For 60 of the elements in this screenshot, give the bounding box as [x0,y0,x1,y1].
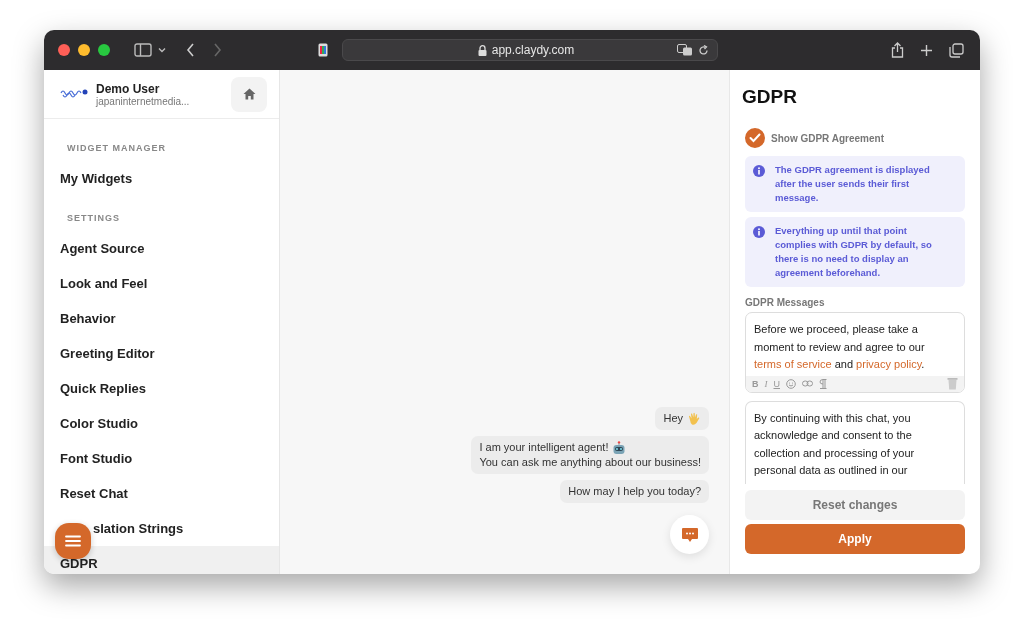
address-bar[interactable]: app.claydy.com [342,39,718,61]
back-icon[interactable] [186,43,195,57]
message-editor[interactable]: Before we proceed, please take a moment to review and agree to our terms of service and privacy policy. B I U [745,312,965,393]
sidebar-item[interactable]: Font Studio [44,441,279,476]
sidebar-item[interactable]: Greeting Editor [44,336,279,371]
message-editor[interactable]: By continuing with this chat, you acknowledge and consent to the collection and processing of your personal data as outlined in our [745,400,965,484]
sidebar-item[interactable]: Color Studio [44,406,279,441]
lock-icon [477,44,487,56]
zoom-button[interactable] [98,44,110,56]
sidebar-item[interactable]: Quick Replies [44,371,279,406]
message-text: By continuing with this chat, you acknowledge and consent to the collection and processing of your personal data as outlined in our [754,410,916,478]
close-button[interactable] [58,44,70,56]
reload-icon[interactable] [698,44,709,56]
user-name: Demo User [96,81,161,96]
chevron-down-icon[interactable] [158,47,166,53]
sidebar-item[interactable]: My Widgets [44,161,279,196]
sidebar-item[interactable]: Agent Source [44,231,279,266]
waving-hand-icon [687,411,701,426]
home-icon [242,88,256,100]
sidebar-item[interactable]: GDPR [44,546,279,574]
paragraph-icon[interactable] [819,378,827,389]
message-text: How may I help you today? [568,484,701,499]
robot-icon [612,440,627,455]
chat-launcher-button[interactable] [670,515,709,554]
checkbox-label: Show GDPR Agreement [771,132,884,144]
chat-bubble-icon [680,526,699,543]
menu-button[interactable] [55,523,91,559]
message-text: Hey [663,411,683,426]
info-icon [753,165,765,177]
panel-title: GDPR [742,86,798,108]
section-heading: WIDGET MANAGER [66,143,167,153]
checkbox[interactable] [745,128,765,148]
share-icon[interactable] [891,42,904,58]
reset-button[interactable]: Reset changes [745,489,965,520]
menu-icon [65,535,81,547]
site-favicon-icon [318,43,328,57]
sidebar-item[interactable]: slation Strings [44,511,279,546]
sidebar-item[interactable]: Behavior [44,301,279,336]
message-text: You can ask me anything about our business! [479,455,701,470]
sidebar-item[interactable]: Look and Feel [44,266,279,301]
new-tab-icon[interactable] [920,43,933,57]
url-text: app.claydy.com [491,43,575,57]
user-email: japaninternetmedia... [96,95,191,107]
home-button[interactable] [231,76,267,112]
apply-button[interactable]: Apply [745,523,965,554]
check-icon [749,133,761,143]
field-label: GDPR Messages [745,297,826,308]
translate-icon[interactable] [677,44,693,56]
text-link[interactable]: terms of service [754,358,832,370]
info-text: Everything up until that point complies with GDPR by default, so there is no need to display an agreement beforehand. [775,224,933,280]
message-text: Before we proceed, please take a moment to review and agree to our terms of service and privacy policy. [754,322,926,372]
section-heading: SETTINGS [66,213,121,223]
message-text: I am your intelligent agent! [479,440,609,455]
sidebar-item[interactable]: Reset Chat [44,476,279,511]
tabs-overview-icon[interactable] [949,42,964,58]
info-icon [753,226,765,238]
info-text: The GDPR agreement is displayed after the user sends their first message. [775,163,931,205]
minimize-button[interactable] [78,44,90,56]
sidebar-toggle-icon[interactable] [134,43,152,57]
forward-icon [213,43,222,57]
